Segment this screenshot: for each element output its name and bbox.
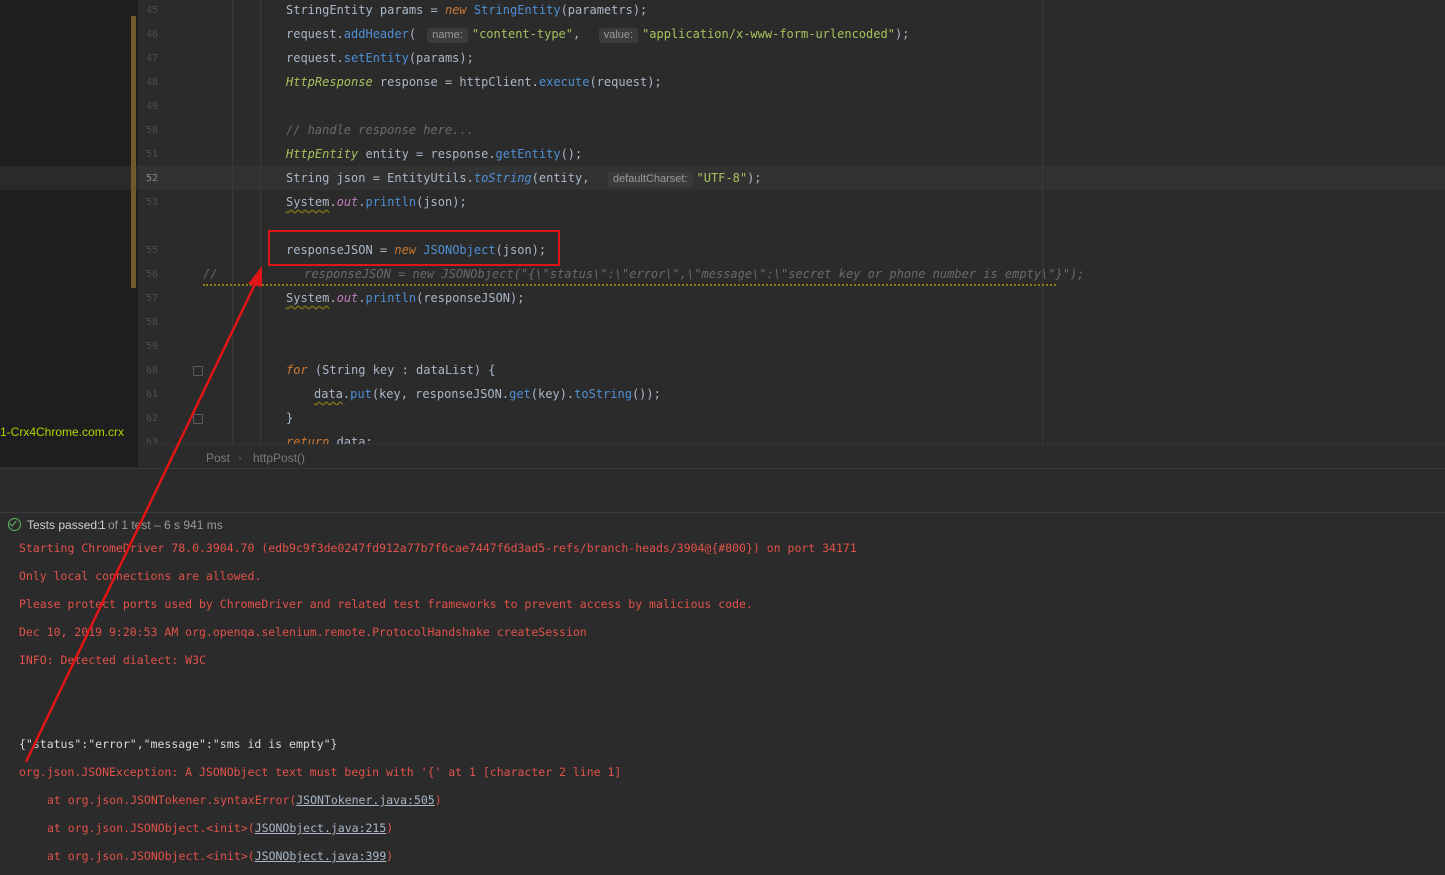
fold-icon[interactable] bbox=[193, 414, 203, 424]
console-line: org.json.JSONException: A JSONObject tex… bbox=[19, 765, 622, 779]
console-line: Only local connections are allowed. bbox=[19, 569, 262, 583]
param-hint: name: bbox=[427, 28, 468, 43]
project-panel: 1-Crx4Chrome.com.crx bbox=[0, 0, 138, 467]
breadcrumb-separator: › bbox=[238, 451, 242, 465]
console-line: {"status":"error","message":"sms id is e… bbox=[19, 737, 338, 751]
code-line-56: // responseJSON = new JSONObject("{\"sta… bbox=[203, 267, 1085, 281]
test-status-bar: Tests passed: 1 of 1 test – 6 s 941 ms bbox=[0, 512, 1445, 537]
indent-guide bbox=[260, 0, 261, 444]
vcs-change-marker[interactable] bbox=[131, 16, 136, 288]
line-number: 55 bbox=[146, 245, 159, 256]
line-number: 57 bbox=[146, 293, 159, 304]
fold-icon[interactable] bbox=[193, 366, 203, 376]
code-editor[interactable] bbox=[200, 0, 1445, 444]
line-number: 59 bbox=[146, 341, 159, 352]
indent-guide bbox=[232, 0, 233, 444]
selected-row bbox=[0, 166, 138, 190]
console-line: Dec 10, 2019 9:20:53 AM org.openqa.selen… bbox=[19, 625, 587, 639]
stack-trace-link[interactable]: JSONTokener.java:505 bbox=[296, 793, 434, 807]
stack-trace-link[interactable]: JSONObject.java:399 bbox=[255, 849, 387, 863]
test-status-count: 1 bbox=[99, 518, 106, 532]
line-number: 46 bbox=[146, 29, 159, 40]
breadcrumb-class[interactable]: Post bbox=[206, 451, 230, 465]
stack-trace-link[interactable]: JSONObject.java:215 bbox=[255, 821, 387, 835]
code-line-53: System.out.println(json); bbox=[286, 195, 467, 209]
code-line-52: String json = EntityUtils.toString(entit… bbox=[286, 171, 762, 187]
param-hint: defaultCharset: bbox=[607, 172, 693, 187]
line-number: 60 bbox=[146, 365, 159, 376]
project-file-item[interactable]: 1-Crx4Chrome.com.crx bbox=[0, 425, 124, 439]
code-line-45: StringEntity params = new StringEntity(p… bbox=[286, 3, 648, 17]
editor-gutter bbox=[138, 0, 200, 444]
tool-window-header bbox=[0, 468, 1445, 513]
line-number: 49 bbox=[146, 101, 159, 112]
breadcrumb: Post › httpPost() bbox=[138, 444, 1445, 469]
code-line-46: request.addHeader( name: "content-type", … bbox=[286, 27, 910, 43]
console-line: Starting ChromeDriver 78.0.3904.70 (edb9… bbox=[19, 541, 857, 555]
line-number: 51 bbox=[146, 149, 159, 160]
line-number: 56 bbox=[146, 269, 159, 280]
code-line-47: request.setEntity(params); bbox=[286, 51, 474, 65]
param-hint: value: bbox=[598, 28, 639, 43]
line-number: 52 bbox=[146, 173, 159, 184]
line-number: 48 bbox=[146, 77, 159, 88]
code-line-50: // handle response here... bbox=[286, 123, 474, 137]
line-number: 53 bbox=[146, 197, 159, 208]
code-line-61: data.put(key, responseJSON.get(key).toSt… bbox=[314, 387, 661, 401]
line-number: 62 bbox=[146, 413, 159, 424]
line-number: 45 bbox=[146, 5, 159, 16]
line-number: 58 bbox=[146, 317, 159, 328]
code-line-48: HttpResponse response = httpClient.execu… bbox=[286, 75, 662, 89]
code-line-57: System.out.println(responseJSON); bbox=[286, 291, 525, 305]
stack-trace-line: at org.json.JSONObject.<init>(JSONObject… bbox=[47, 849, 394, 863]
code-line-63: return data; bbox=[286, 435, 373, 444]
warning-underline bbox=[203, 281, 1056, 286]
check-circle-icon bbox=[8, 518, 21, 531]
test-status-detail: of 1 test – 6 s 941 ms bbox=[108, 518, 223, 532]
code-line-62: } bbox=[286, 411, 294, 425]
stack-trace-line: at org.json.JSONObject.<init>(JSONObject… bbox=[47, 821, 394, 835]
stack-trace-line: at org.json.JSONTokener.syntaxError(JSON… bbox=[47, 793, 442, 807]
code-line-51: HttpEntity entity = response.getEntity()… bbox=[286, 147, 583, 161]
console-line: INFO: Detected dialect: W3C bbox=[19, 653, 206, 667]
line-number: 50 bbox=[146, 125, 159, 136]
line-number: 61 bbox=[146, 389, 159, 400]
code-line-60: for (String key : dataList) { bbox=[286, 363, 496, 377]
test-status-label: Tests passed: bbox=[27, 518, 101, 532]
breadcrumb-method[interactable]: httpPost() bbox=[253, 451, 305, 465]
annotation-highlight-box bbox=[268, 230, 560, 266]
right-margin-guide bbox=[1042, 0, 1043, 444]
line-number: 47 bbox=[146, 53, 159, 64]
console-line: Please protect ports used by ChromeDrive… bbox=[19, 597, 753, 611]
